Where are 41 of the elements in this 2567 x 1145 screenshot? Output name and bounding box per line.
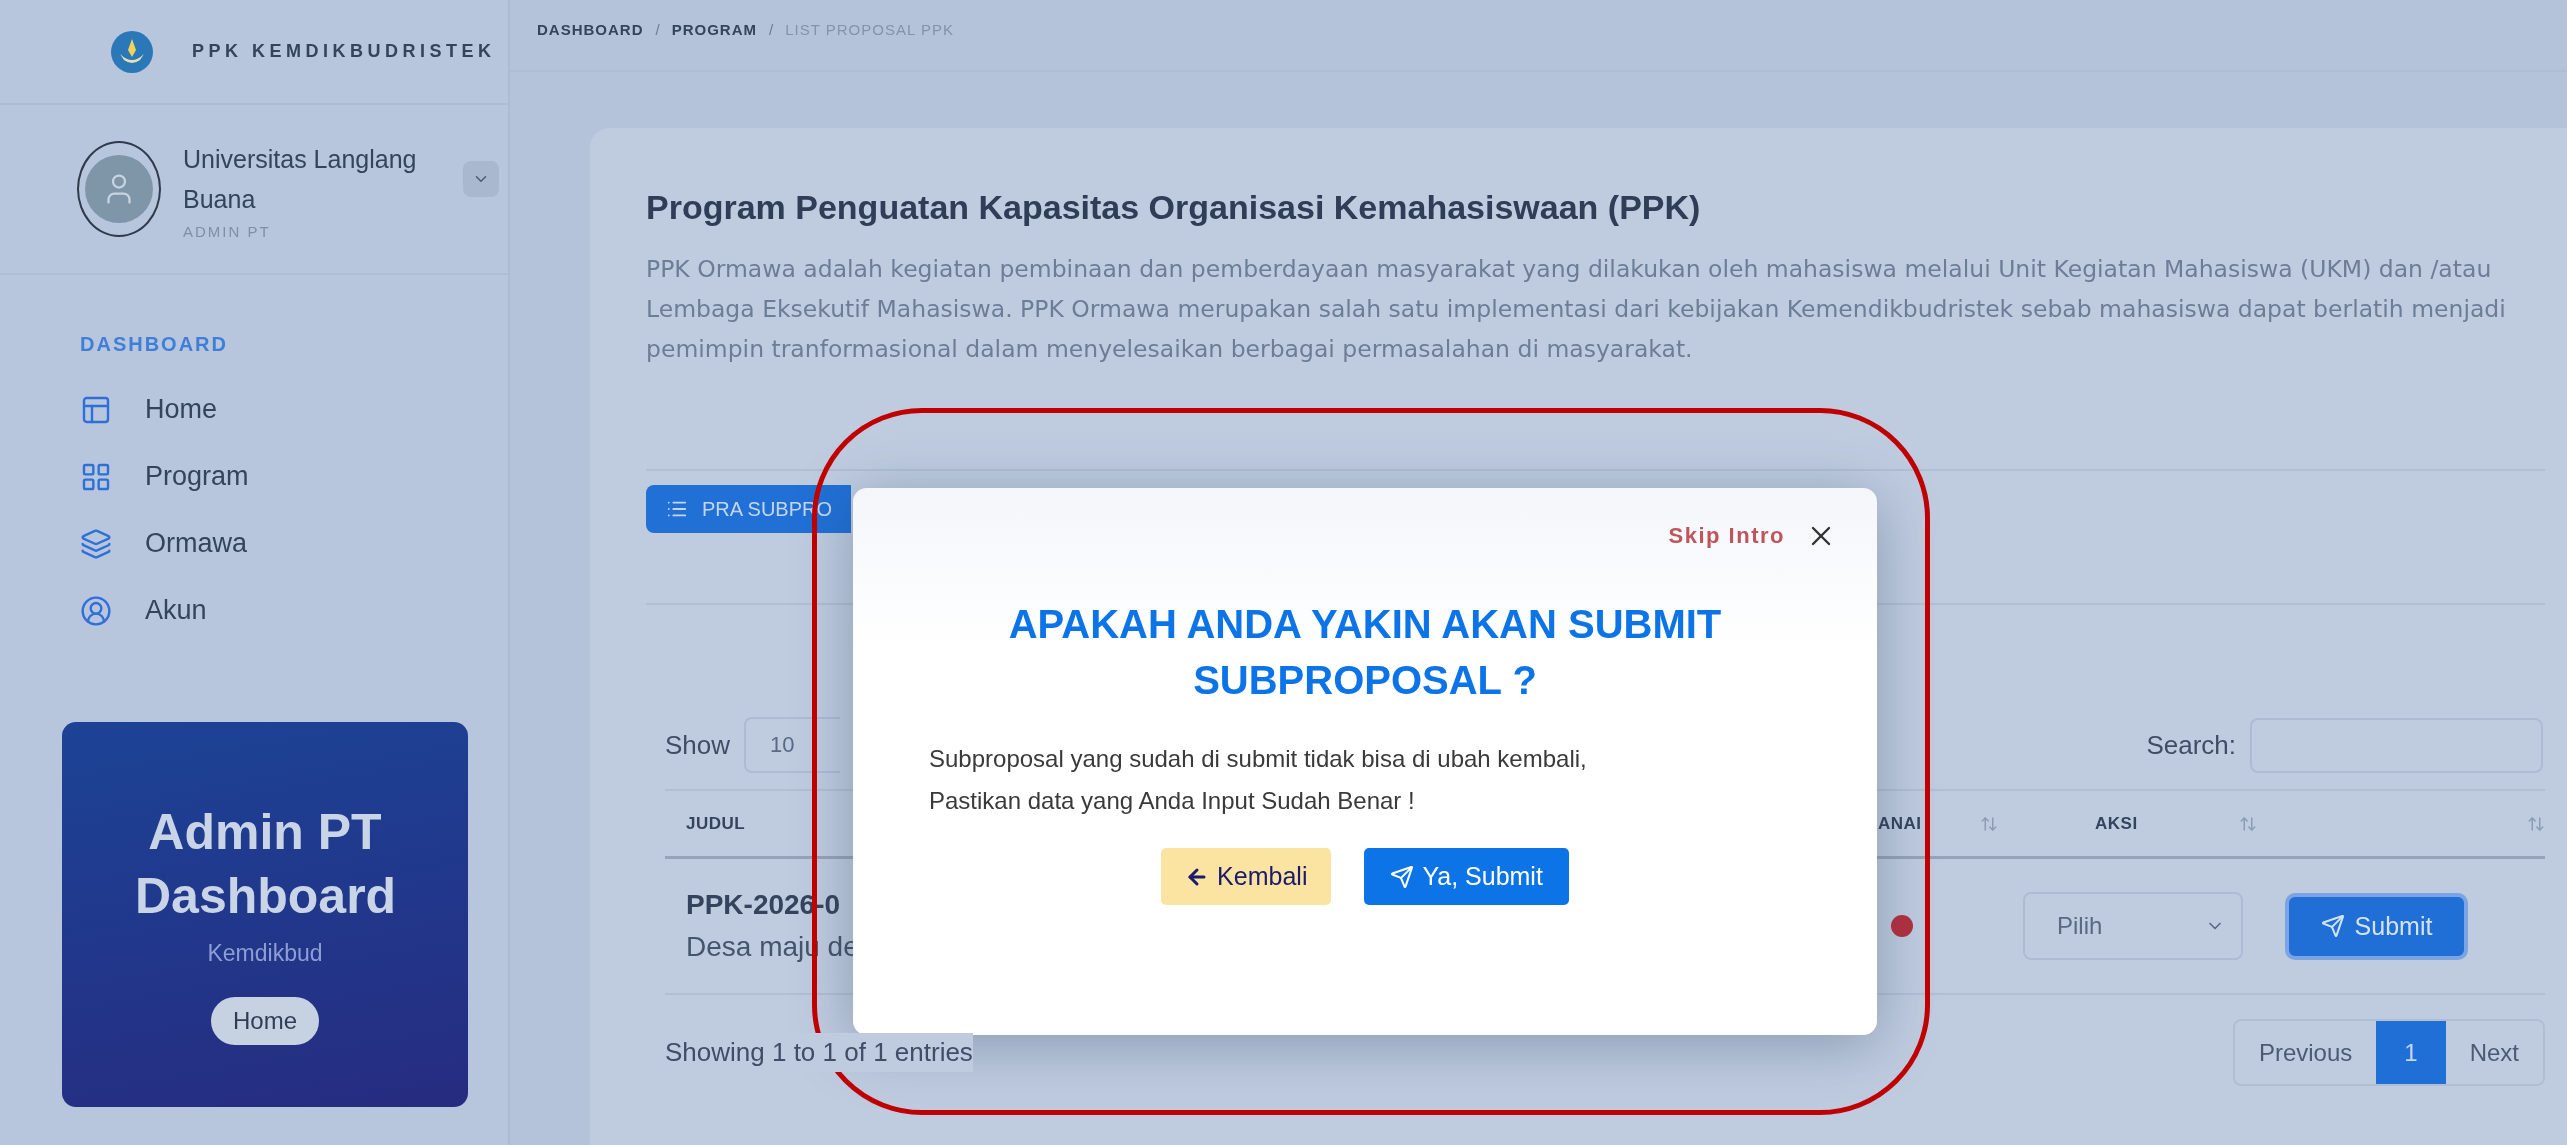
sort-icon <box>2527 814 2545 833</box>
home-button[interactable]: Home <box>211 997 319 1045</box>
entries-info: Showing 1 to 1 of 1 entries <box>665 1033 973 1072</box>
nav-item[interactable]: Ormawa <box>0 510 508 577</box>
sort-icon <box>2239 814 2257 833</box>
layers-icon <box>80 527 112 560</box>
profile-role: ADMIN PT <box>183 222 272 240</box>
pagination-button[interactable]: 1 <box>2376 1021 2446 1084</box>
send-icon <box>2320 914 2345 938</box>
action-select[interactable]: Pilih <box>2023 892 2243 960</box>
length-select[interactable]: 10 <box>744 717 841 773</box>
user-circle-icon <box>80 594 112 627</box>
breadcrumb-link[interactable]: DASHBOARD <box>537 20 644 38</box>
breadcrumb-separator: / <box>655 20 660 38</box>
back-button[interactable]: Kembali <box>1161 848 1332 905</box>
confirm-button[interactable]: Ya, Submit <box>1364 848 1569 905</box>
breadcrumb-link[interactable]: PROGRAM <box>671 20 757 38</box>
page-title: Program Penguatan Kapasitas Organisasi Kemahasiswaan (PPK) <box>646 188 1702 227</box>
pagination-button[interactable]: Previous <box>2234 1021 2377 1084</box>
promo-subtitle: Kemdikbud <box>207 940 323 967</box>
dialog-title: APAKAH ANDA YAKIN AKAN SUBMIT SUBPROPOSAL ? <box>1007 601 1723 704</box>
page-description: PPK Ormawa adalah kegiatan pembinaan dan pemberdayaan masyarakat yang dilakukan oleh mahasiswa melalui Unit Kegiatan Mahasiswa (UKM) dan /atau Lembaga Eksekutif Mahasiswa. PPK Ormawa merupakan salah satu implementasi dari kebijakan Kemendikbudristek sebab mahasiswa dapat berlatih menjadi pemimpin tranformasional dalam menyelesaikan berbagai permasalahan di masyarakat. <box>646 254 2507 365</box>
profile-menu-button[interactable] <box>463 161 499 197</box>
profile-name: Universitas Langlang Buana <box>183 143 418 215</box>
emblem-logo <box>110 29 154 74</box>
skip-intro-link[interactable]: Skip Intro <box>1668 523 1785 549</box>
column-header[interactable]: AKSI <box>2023 791 2285 859</box>
breadcrumb-separator: / <box>769 20 774 38</box>
submit-button[interactable]: Submit <box>2285 892 2468 960</box>
pagination-button[interactable]: Next <box>2445 1021 2543 1084</box>
search-label: Search: <box>2146 729 2236 761</box>
dialog-message: Subproposal yang sudah di submit tidak bisa di ubah kembali, Pastikan data yang Anda Input Sudah Benar ! <box>929 744 1587 816</box>
promo-title: Admin PT Dashboard <box>135 803 395 926</box>
send-icon <box>1390 864 1415 889</box>
nav-item[interactable]: Home <box>0 376 508 443</box>
nav-item[interactable]: Program <box>0 443 508 510</box>
section-heading: DASHBOARD <box>79 332 229 357</box>
sort-icon <box>1980 814 1998 833</box>
brand-name: PPK KEMDIKBUDRISTEK <box>192 41 496 62</box>
nav-item[interactable]: Akun <box>0 577 508 644</box>
length-label: Show <box>665 729 731 761</box>
